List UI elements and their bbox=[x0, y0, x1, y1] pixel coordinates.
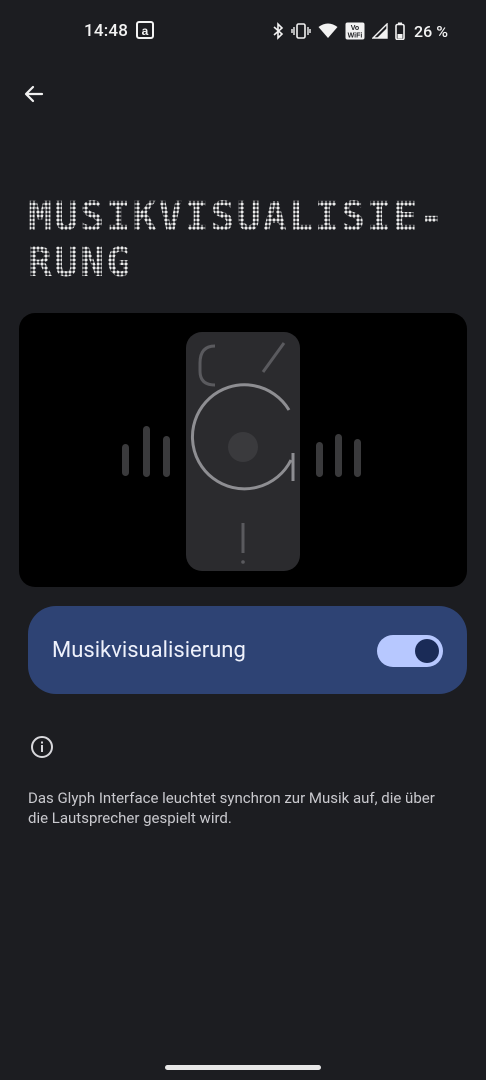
wifi-icon bbox=[318, 23, 338, 38]
left-bar-2 bbox=[143, 426, 150, 477]
right-bar-1 bbox=[316, 442, 323, 477]
bluetooth-icon bbox=[273, 22, 284, 40]
right-bar-3 bbox=[354, 439, 361, 477]
status-bar: 14:48 a Vo WiFi 26 % bbox=[0, 0, 486, 62]
vowifi-icon: Vo WiFi bbox=[345, 22, 365, 40]
amazon-notification-icon: a bbox=[136, 21, 154, 39]
battery-percent: 26 % bbox=[414, 21, 448, 41]
phone-center bbox=[228, 432, 258, 462]
svg-text:WiFi: WiFi bbox=[348, 33, 363, 40]
music-visualization-switch[interactable] bbox=[377, 635, 443, 667]
battery-icon bbox=[395, 22, 405, 40]
vibrate-icon bbox=[291, 23, 311, 39]
back-button[interactable] bbox=[18, 78, 50, 110]
arrow-left-icon bbox=[24, 85, 44, 103]
info-icon bbox=[30, 735, 54, 759]
page-title: MUSIKVISUALISIE- RUNG bbox=[28, 194, 468, 286]
svg-text:a: a bbox=[142, 24, 149, 38]
left-bar-1 bbox=[122, 444, 129, 476]
signal-icon bbox=[372, 23, 388, 39]
glyph-phone-illustration bbox=[19, 313, 467, 587]
switch-knob bbox=[415, 639, 439, 663]
home-indicator[interactable] bbox=[165, 1065, 321, 1070]
status-time: 14:48 bbox=[84, 21, 129, 41]
page-title-line-2: RUNG bbox=[28, 240, 133, 286]
status-icons: Vo WiFi 26 % bbox=[272, 20, 448, 42]
right-bar-2 bbox=[335, 434, 342, 477]
info-description: Das Glyph Interface leuchtet synchron zu… bbox=[28, 789, 435, 827]
svg-text:Vo: Vo bbox=[351, 25, 359, 32]
left-bar-3 bbox=[163, 436, 170, 477]
setting-label: Musikvisualisierung bbox=[52, 638, 246, 663]
music-visualization-setting[interactable]: Musikvisualisierung bbox=[28, 606, 467, 694]
page-title-line-1: MUSIKVISUALISIE- bbox=[28, 194, 446, 240]
